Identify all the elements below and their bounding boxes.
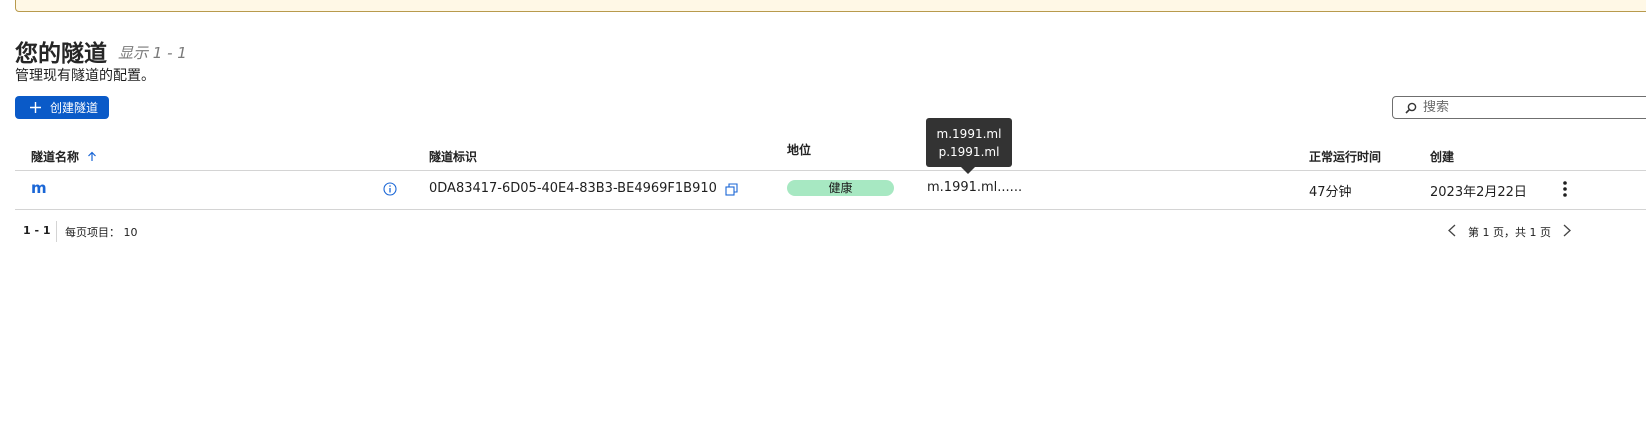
column-header-id: 隧道标识 — [429, 150, 478, 164]
pagination-range: 1 - 1 — [23, 224, 51, 237]
page-description: 管理现有隧道的配置。 — [15, 68, 155, 84]
column-header-name-label: 隧道名称 — [31, 150, 80, 164]
tunnel-routes[interactable]: m.1991.ml...... — [927, 180, 1022, 195]
items-per-page-value[interactable]: 10 — [124, 226, 138, 239]
create-tunnel-label: 创建隧道 — [50, 101, 99, 115]
search-input[interactable] — [1423, 100, 1623, 115]
copy-icon[interactable] — [725, 183, 738, 196]
column-header-name[interactable]: 隧道名称 — [31, 148, 97, 165]
header-divider — [15, 170, 1646, 171]
column-header-created: 创建 — [1430, 150, 1455, 164]
create-tunnel-button[interactable]: 创建隧道 — [15, 96, 109, 119]
page-title: 您的隧道 — [15, 41, 107, 67]
plus-icon — [30, 102, 41, 113]
items-per-page[interactable]: 每页项目： 10 — [65, 224, 138, 240]
tooltip-arrow — [961, 167, 975, 174]
tunnel-uptime: 47分钟 — [1309, 185, 1352, 200]
chevron-left-icon[interactable] — [1447, 224, 1457, 237]
sort-ascending-icon[interactable] — [87, 151, 97, 162]
column-header-uptime: 正常运行时间 — [1309, 150, 1382, 164]
notice-banner — [15, 0, 1646, 12]
page-info: 第 1 页，共 1 页 — [1468, 226, 1551, 239]
items-per-page-label: 每页项目： — [65, 226, 120, 239]
status-badge: 健康 — [787, 180, 894, 196]
info-icon[interactable] — [383, 182, 397, 196]
tunnel-id: 0DA83417-6D05-40E4-83B3-BE4969F1B910 — [429, 181, 717, 196]
chevron-right-icon[interactable] — [1562, 224, 1572, 237]
tunnel-created-date: 2023年2月22日 — [1430, 185, 1527, 200]
search-icon — [1405, 102, 1417, 114]
tooltip-line: m.1991.ml — [936, 127, 1002, 141]
pagination-separator — [56, 221, 57, 242]
tunnel-name-link[interactable]: m — [31, 179, 47, 197]
results-count: 显示 1 - 1 — [118, 44, 187, 62]
row-divider — [15, 209, 1646, 210]
search-box[interactable] — [1392, 96, 1646, 119]
routes-tooltip: m.1991.ml p.1991.ml — [926, 118, 1012, 174]
column-header-status: 地位 — [787, 143, 812, 157]
tooltip-line: p.1991.ml — [938, 145, 1000, 159]
more-vertical-icon[interactable] — [1561, 180, 1569, 198]
